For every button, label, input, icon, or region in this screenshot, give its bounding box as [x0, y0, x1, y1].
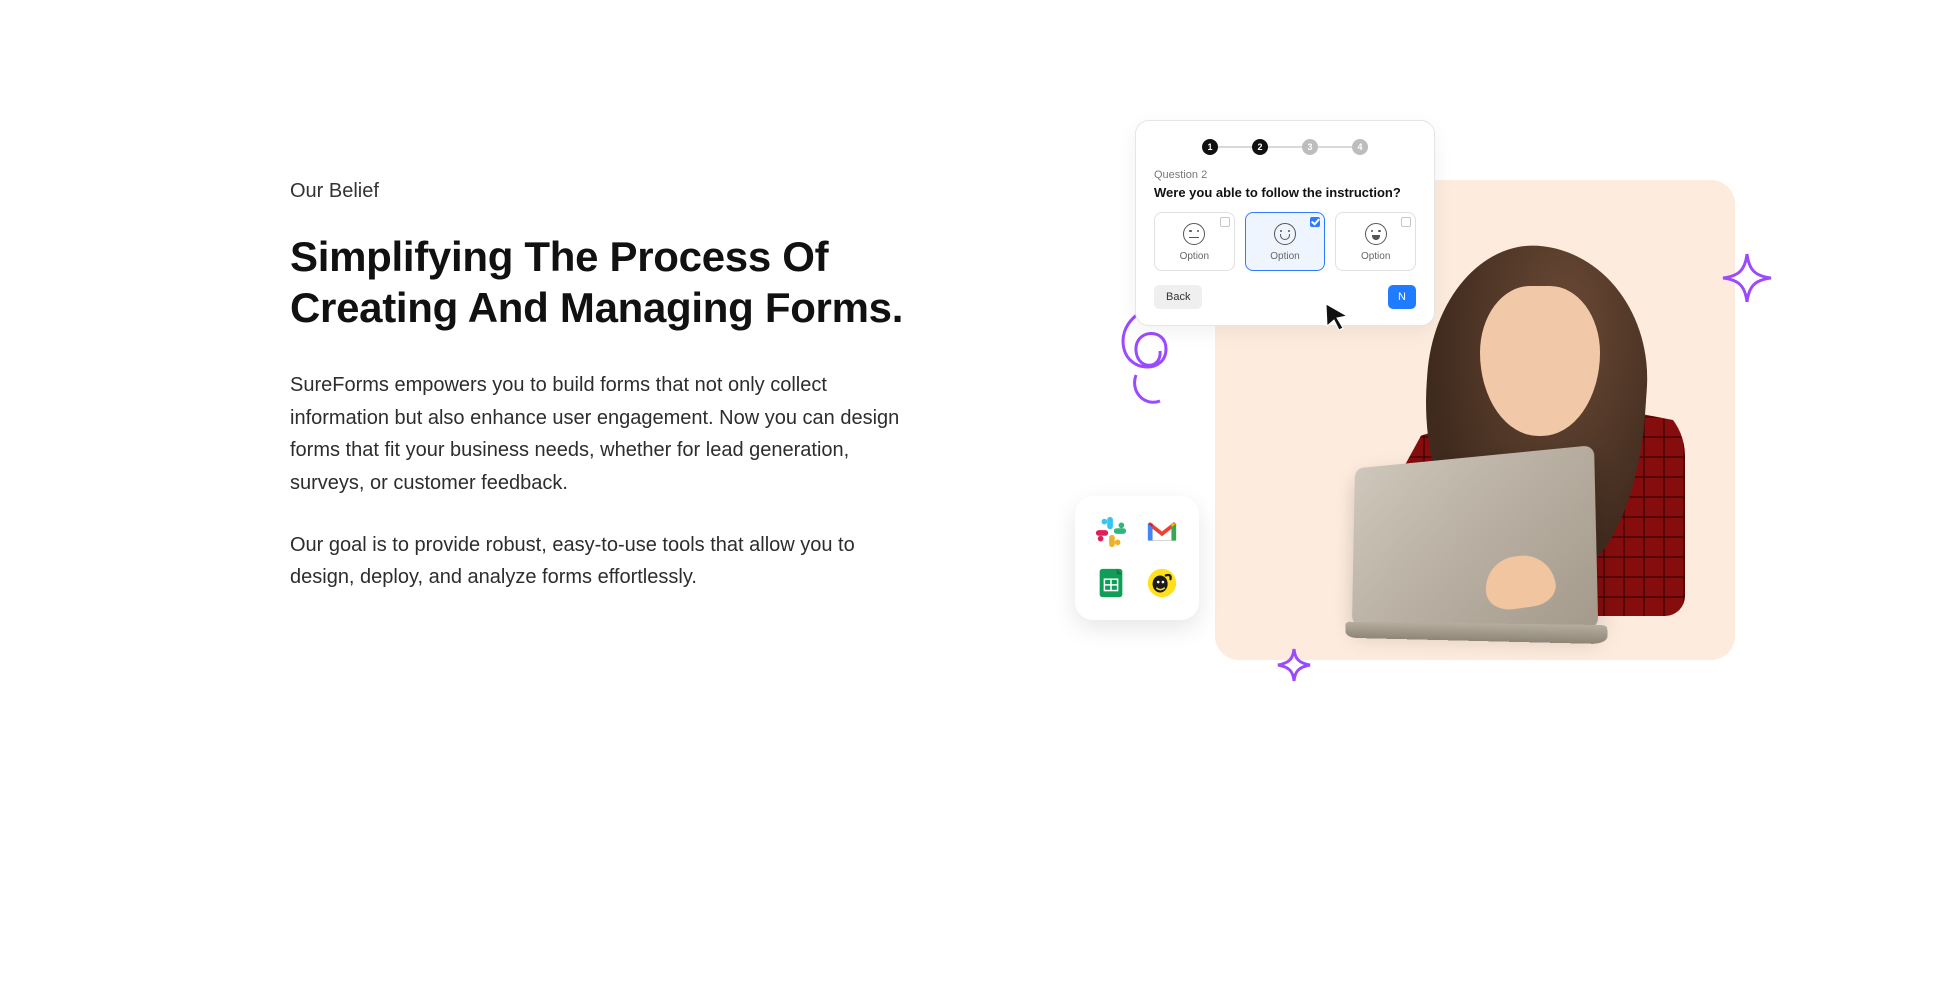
question-text: Were you able to follow the instruction?: [1154, 185, 1416, 200]
google-sheets-icon: [1091, 563, 1131, 603]
face-neutral-icon: [1183, 223, 1205, 245]
option-label: Option: [1270, 251, 1299, 262]
form-stepper: 1 2 3 4: [1154, 139, 1416, 155]
back-button[interactable]: Back: [1154, 285, 1202, 309]
headline: Simplifying The Process Of Creating And …: [290, 231, 915, 333]
step-1: 1: [1202, 139, 1218, 155]
about-belief-section: Our Belief Simplifying The Process Of Cr…: [215, 0, 1735, 720]
text-column: Our Belief Simplifying The Process Of Cr…: [215, 40, 915, 624]
paragraph-1: SureForms empowers you to build forms th…: [290, 369, 910, 499]
sparkle-small-icon: [1275, 646, 1313, 684]
laptop: [1352, 445, 1598, 629]
step-3: 3: [1302, 139, 1318, 155]
step-2: 2: [1252, 139, 1268, 155]
slack-icon: [1091, 512, 1131, 552]
step-4: 4: [1352, 139, 1368, 155]
question-number-label: Question 2: [1154, 169, 1416, 181]
option-label: Option: [1180, 251, 1209, 262]
person-with-laptop-illustration: [1335, 226, 1715, 666]
checkbox-checked-icon: [1310, 217, 1320, 227]
face-happy-icon: [1274, 223, 1296, 245]
step-connector: [1318, 146, 1352, 148]
option-1[interactable]: Option: [1154, 212, 1235, 271]
option-2-selected[interactable]: Option: [1245, 212, 1326, 271]
hero-illustration: 1 2 3 4 Question 2 Were you able to foll…: [1095, 120, 1735, 680]
step-connector: [1268, 146, 1302, 148]
step-connector: [1218, 146, 1252, 148]
mailchimp-icon: [1142, 563, 1182, 603]
eyebrow-label: Our Belief: [290, 180, 915, 203]
gmail-icon: [1142, 512, 1182, 552]
paragraph-2: Our goal is to provide robust, easy-to-u…: [290, 529, 910, 594]
sparkle-large-icon: [1719, 250, 1775, 306]
checkbox-icon: [1220, 217, 1230, 227]
integrations-card: [1075, 496, 1199, 620]
